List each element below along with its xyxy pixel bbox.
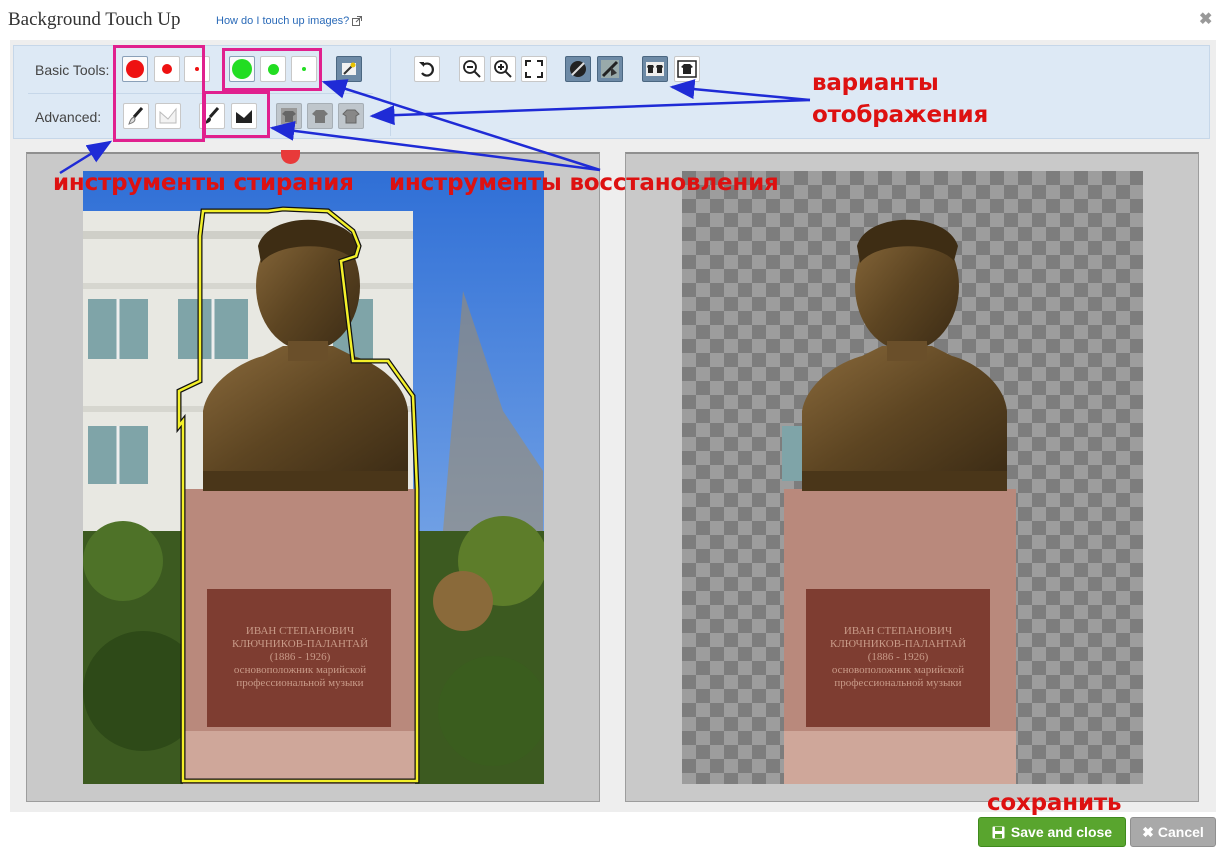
save-button-label: Save and close — [1010, 824, 1113, 840]
annotation-erase-tools: инструменты стирания — [53, 170, 354, 196]
cancel-button[interactable]: ✖ Cancel — [1130, 817, 1216, 847]
annotation-display-variants-1: варианты — [812, 70, 939, 96]
save-and-close-button[interactable]: Save and close — [978, 817, 1126, 847]
annotation-arrows — [59, 79, 811, 175]
cancel-button-label: Cancel — [1157, 824, 1204, 840]
touch-up-dialog: Background Touch Up How do I touch up im… — [0, 0, 1224, 854]
annotation-display-variants-2: отображения — [812, 102, 989, 128]
floppy-disk-icon — [992, 826, 1005, 838]
cancel-x-icon: ✖ — [1142, 823, 1154, 840]
annotation-restore-tools: инструменты восстановления — [389, 170, 779, 196]
annotation-save: сохранить — [987, 790, 1122, 816]
